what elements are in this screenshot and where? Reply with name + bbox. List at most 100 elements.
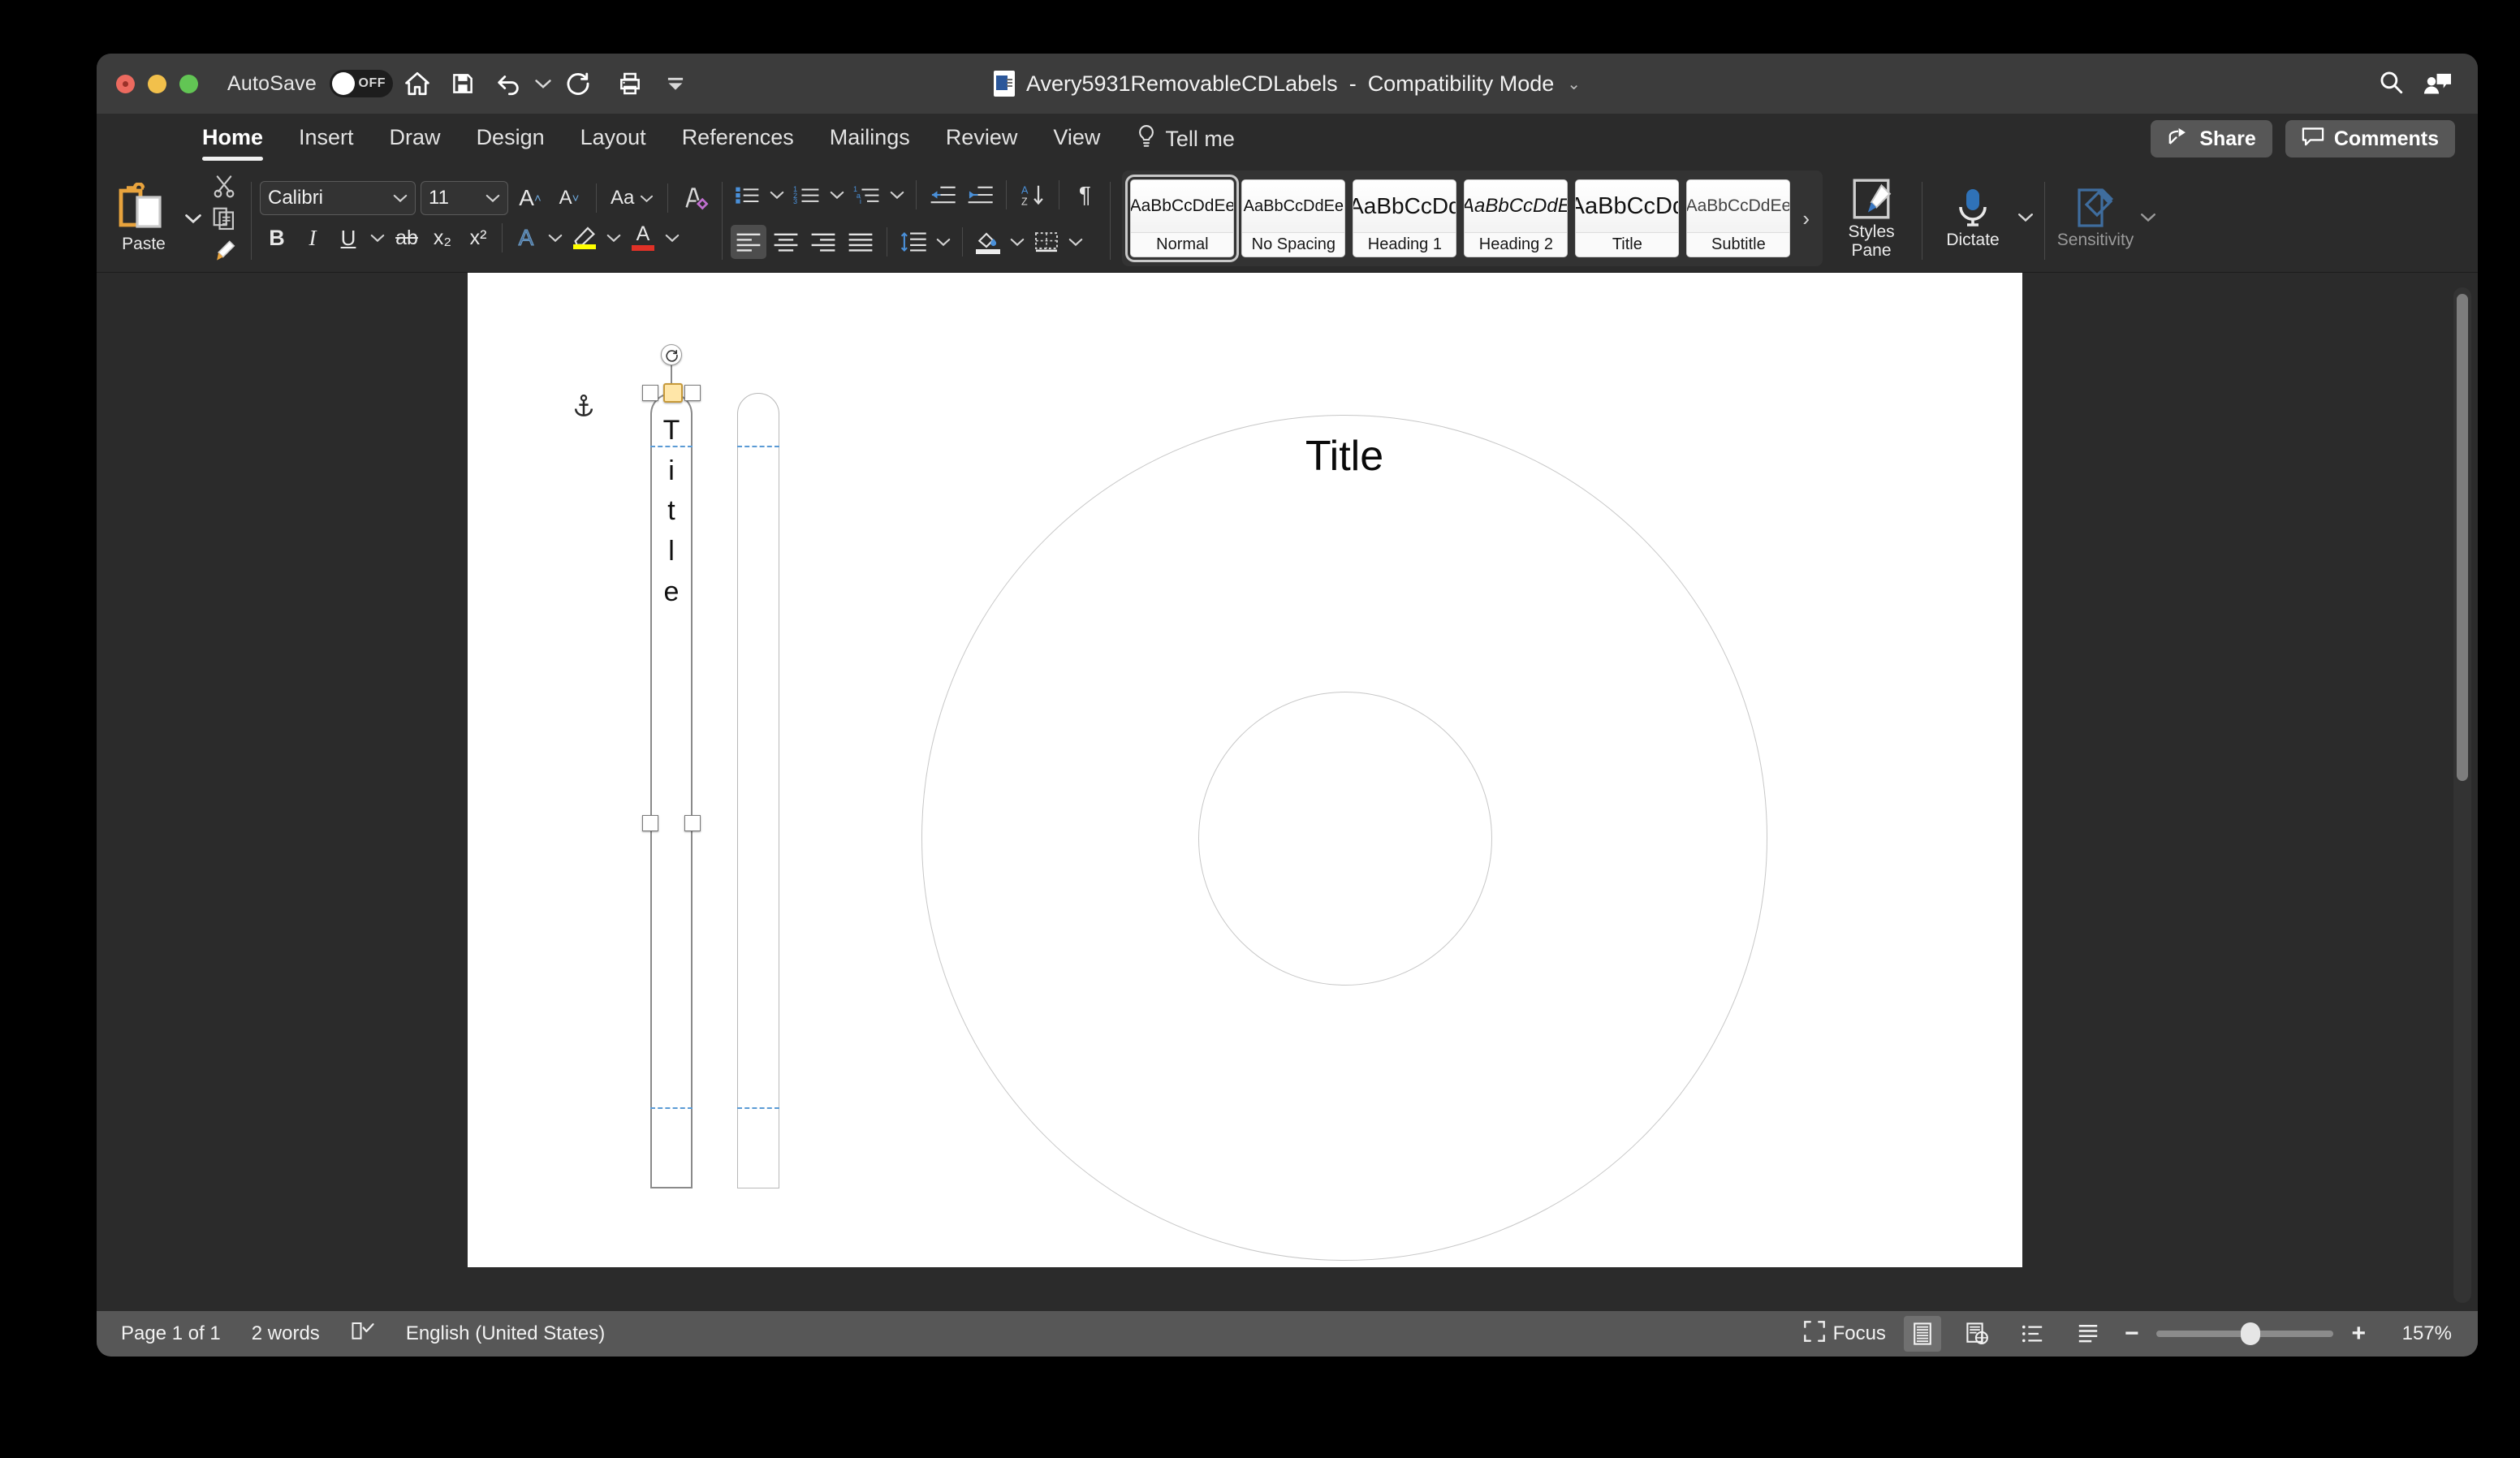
comments-button[interactable]: Comments <box>2285 120 2455 157</box>
print-layout-view[interactable] <box>1904 1316 1941 1352</box>
dictate-dropdown-icon[interactable] <box>2015 192 2036 242</box>
subscript-button[interactable]: x₂ <box>425 221 460 255</box>
scissors-icon[interactable] <box>205 170 243 201</box>
draft-view[interactable] <box>2069 1316 2107 1352</box>
autosave-toggle[interactable]: OFF <box>330 70 393 97</box>
styles-pane-button[interactable]: Styles Pane <box>1829 177 1914 259</box>
share-button[interactable]: Share <box>2151 120 2272 157</box>
shading-dropdown-icon[interactable] <box>1007 221 1028 263</box>
underline-dropdown-icon[interactable] <box>367 221 388 255</box>
style-normal[interactable]: AaBbCcDdEe Normal <box>1130 179 1234 257</box>
tell-me-button[interactable]: Tell me <box>1136 124 1235 154</box>
sensitivity-dropdown-icon[interactable] <box>2138 192 2159 242</box>
align-left-icon[interactable] <box>731 225 766 259</box>
justify-icon[interactable] <box>843 225 878 259</box>
style-title[interactable]: AaBbCcDd Title <box>1575 179 1679 257</box>
document-area[interactable]: T i t l e Title <box>97 273 2478 1311</box>
save-icon[interactable] <box>442 63 484 105</box>
increase-indent-icon[interactable] <box>962 178 998 212</box>
italic-button[interactable]: I <box>296 221 330 255</box>
zoom-slider-thumb[interactable] <box>2241 1322 2260 1345</box>
zoom-slider[interactable] <box>2156 1331 2333 1337</box>
undo-icon[interactable] <box>487 63 529 105</box>
maximize-window-button[interactable] <box>179 75 198 93</box>
highlight-dropdown-icon[interactable] <box>603 221 624 255</box>
tab-home[interactable]: Home <box>202 125 263 153</box>
print-icon[interactable] <box>609 63 651 105</box>
resize-handle-top-right[interactable] <box>684 385 701 401</box>
document-page[interactable]: T i t l e Title <box>468 273 2022 1267</box>
outline-view[interactable] <box>2014 1316 2052 1352</box>
style-no-spacing[interactable]: AaBbCcDdEe No Spacing <box>1241 179 1345 257</box>
home-icon[interactable] <box>396 63 438 105</box>
tab-view[interactable]: View <box>1053 125 1100 153</box>
proofing-icon[interactable] <box>351 1321 375 1348</box>
resize-handle-top-left[interactable] <box>642 385 658 401</box>
align-right-icon[interactable] <box>805 225 841 259</box>
search-icon[interactable] <box>2377 68 2405 100</box>
cd-inner-circle[interactable] <box>1198 692 1492 986</box>
bullet-list-icon[interactable] <box>731 178 765 212</box>
grow-font-button[interactable]: A˄ <box>513 181 547 215</box>
bullet-list-dropdown-icon[interactable] <box>766 174 788 216</box>
customize-toolbar-icon[interactable] <box>654 63 697 105</box>
minimize-window-button[interactable] <box>148 75 166 93</box>
rotate-handle-icon[interactable] <box>661 344 682 365</box>
format-painter-icon[interactable] <box>205 235 243 266</box>
font-color-button[interactable]: A <box>626 220 660 256</box>
style-heading-2[interactable]: AaBbCcDdE Heading 2 <box>1464 179 1568 257</box>
sensitivity-button[interactable]: Sensitivity <box>2053 187 2138 249</box>
resize-handle-middle-left[interactable] <box>642 815 658 831</box>
undo-dropdown-icon[interactable] <box>533 63 554 105</box>
clear-formatting-icon[interactable] <box>678 181 714 215</box>
vertical-scrollbar[interactable] <box>2453 287 2471 1303</box>
pilcrow-icon[interactable]: ¶ <box>1068 178 1102 212</box>
style-heading-1[interactable]: AaBbCcDd Heading 1 <box>1353 179 1456 257</box>
paste-button[interactable]: Paste <box>105 183 183 254</box>
resize-handle-middle-right[interactable] <box>684 815 701 831</box>
focus-button[interactable]: Focus <box>1804 1321 1886 1348</box>
tab-review[interactable]: Review <box>946 125 1018 153</box>
styles-more-button[interactable]: › <box>1797 206 1814 231</box>
font-name-combo[interactable]: Calibri <box>260 181 416 215</box>
tab-draw[interactable]: Draw <box>390 125 441 153</box>
language-indicator[interactable]: English (United States) <box>406 1322 605 1345</box>
borders-icon[interactable] <box>1029 224 1064 260</box>
multilevel-list-dropdown-icon[interactable] <box>887 174 908 216</box>
line-spacing-dropdown-icon[interactable] <box>933 221 954 263</box>
style-subtitle[interactable]: AaBbCcDdEe Subtitle <box>1686 179 1790 257</box>
multilevel-list-icon[interactable]: 1ai <box>849 178 885 212</box>
decrease-indent-icon[interactable] <box>925 178 960 212</box>
tab-layout[interactable]: Layout <box>580 125 646 153</box>
borders-dropdown-icon[interactable] <box>1065 221 1086 263</box>
zoom-in-button[interactable]: + <box>2351 1320 2366 1348</box>
cd-spine-textbox-2[interactable] <box>737 393 779 1188</box>
page-indicator[interactable]: Page 1 of 1 <box>121 1322 221 1345</box>
text-effects-button[interactable]: A <box>509 221 543 255</box>
shading-icon[interactable] <box>971 224 1005 260</box>
bold-button[interactable]: B <box>260 221 294 255</box>
shrink-font-button[interactable]: A˅ <box>552 181 586 215</box>
close-window-button[interactable] <box>116 75 135 93</box>
tab-insert[interactable]: Insert <box>299 125 354 153</box>
paste-dropdown-icon[interactable] <box>183 193 204 244</box>
line-spacing-icon[interactable] <box>895 225 931 259</box>
tab-design[interactable]: Design <box>477 125 545 153</box>
underline-button[interactable]: U <box>331 221 365 255</box>
web-layout-view[interactable] <box>1959 1316 1996 1352</box>
change-case-button[interactable]: Aa <box>606 181 658 215</box>
dictate-button[interactable]: Dictate <box>1931 187 2015 249</box>
cd-spine-textbox-selected[interactable]: T i t l e <box>650 393 693 1188</box>
account-comment-icon[interactable] <box>2423 69 2453 99</box>
word-count[interactable]: 2 words <box>252 1322 320 1345</box>
font-color-dropdown-icon[interactable] <box>662 221 683 255</box>
resize-handle-top-center[interactable] <box>663 383 683 403</box>
scrollbar-thumb[interactable] <box>2457 294 2468 781</box>
numbered-list-dropdown-icon[interactable] <box>826 174 848 216</box>
superscript-button[interactable]: x² <box>461 221 495 255</box>
font-size-combo[interactable]: 11 <box>421 181 508 215</box>
strikethrough-button[interactable]: ab <box>390 221 424 255</box>
copy-icon[interactable] <box>205 203 243 234</box>
cd-label-title[interactable]: Title <box>921 432 1767 481</box>
sort-az-icon[interactable]: AZ <box>1015 178 1051 212</box>
